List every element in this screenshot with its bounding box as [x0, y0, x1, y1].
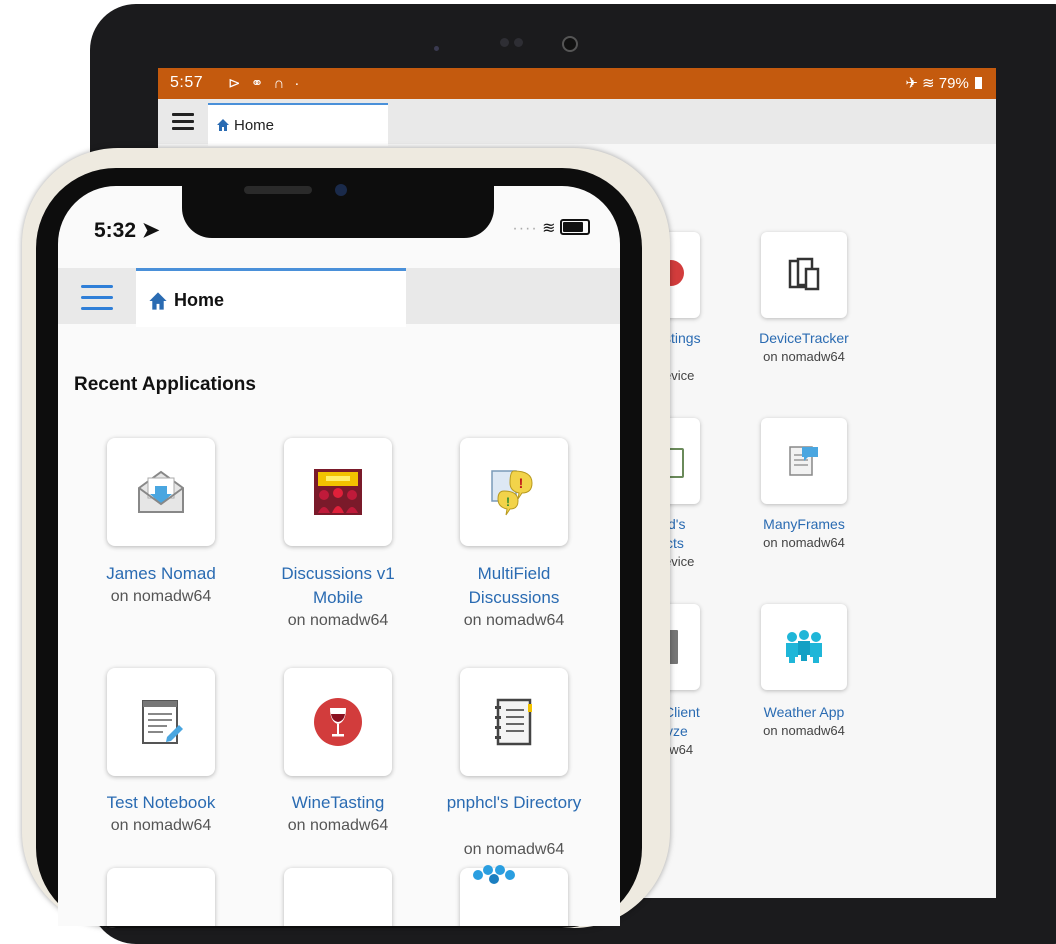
tablet-app-name[interactable]: ManyFrames [734, 516, 874, 532]
app-server: on nomadw64 [463, 612, 565, 629]
phone-hamburger-menu-icon[interactable] [81, 285, 113, 311]
home-icon [149, 292, 167, 310]
wine-icon [314, 698, 362, 746]
battery-icon [975, 77, 982, 89]
battery-percent: 79% [938, 75, 969, 92]
tablet-app-server: on nomadw64 [763, 535, 845, 550]
tablet-app-server: on nomadw64 [763, 349, 845, 364]
devices-icon [788, 257, 820, 291]
app-tile-multifield-discussions[interactable]: ! ! [460, 438, 568, 546]
app-name[interactable]: pnphcl's Directory [434, 791, 594, 815]
app-name[interactable]: MultiField Discussions [434, 562, 594, 610]
phone-nav-bar: Home [58, 268, 620, 327]
section-title: Recent Applications [74, 374, 256, 395]
battery-icon [560, 219, 590, 235]
tablet-tab-home[interactable]: Home [208, 103, 388, 146]
app-name[interactable]: WineTasting [258, 791, 418, 815]
app-server: on nomadw64 [110, 817, 212, 834]
tablet-app-name[interactable]: DeviceTracker [734, 330, 874, 346]
notebook-icon [142, 700, 183, 744]
envelope-icon [138, 470, 184, 513]
tablet-app-server: on nomadw64 [763, 723, 845, 738]
phone-screen: 5:32 ➤ ···· ≋ Home Recent Applications J… [58, 186, 620, 926]
svg-text:!: ! [506, 495, 510, 509]
tablet-app-tile-manyframes[interactable] [761, 418, 847, 504]
people-icon [786, 630, 822, 663]
frames-icon [789, 446, 818, 476]
tablet-camera-icon [434, 46, 439, 51]
app-server: on nomadw64 [110, 588, 212, 605]
tablet-sensor-icon [500, 38, 509, 47]
wifi-icon: ≋ [542, 220, 556, 237]
phone-front-camera-icon [335, 184, 347, 196]
tablet-app-tile-weather[interactable] [761, 604, 847, 690]
tablet-front-camera-icon [562, 36, 578, 52]
phone-tab-home[interactable]: Home [136, 268, 406, 327]
directory-icon [495, 698, 532, 746]
app-server: on nomadw64 [463, 841, 565, 858]
phone-time-text: 5:32 [94, 219, 137, 242]
signal-icon: ···· [512, 220, 538, 237]
phone-status-icons: ···· ≋ [512, 218, 590, 238]
app-name[interactable]: James Nomad [81, 562, 241, 586]
svg-text:!: ! [519, 475, 524, 491]
tablet-battery-indicator: ✈︎ ≋ 79% [905, 74, 982, 92]
app-name[interactable]: Discussions v1 Mobile [258, 562, 418, 610]
app-tile-winetasting[interactable] [284, 668, 392, 776]
group-icon [473, 865, 515, 884]
tablet-tab-label: Home [234, 117, 275, 134]
audience-icon [314, 469, 362, 515]
app-server: on nomadw64 [287, 817, 389, 834]
home-icon [217, 119, 229, 131]
tablet-status-bar: 5:57 ⊳ ⚭ ∩ · ✈︎ ≋ 79% [158, 68, 996, 99]
tablet-app-name[interactable]: Weather App [734, 704, 874, 720]
chat-alert-icon: ! ! [491, 470, 533, 516]
app-tile-discussions-v1[interactable] [284, 438, 392, 546]
tablet-sensor-icon [514, 38, 523, 47]
tablet-status-icons: ⊳ ⚭ ∩ · [228, 75, 303, 92]
app-name[interactable]: Test Notebook [81, 791, 241, 815]
app-tile-james-nomad[interactable] [107, 438, 215, 546]
app-server: on nomadw64 [287, 612, 389, 629]
tablet-hamburger-menu-icon[interactable] [172, 113, 194, 131]
phone-status-time: 5:32 ➤ [94, 218, 159, 243]
tablet-app-name-partial[interactable]: d's [668, 516, 685, 532]
location-arrow-icon: ➤ [141, 219, 160, 242]
wifi-icon: ✈︎ ≋ [905, 75, 939, 92]
phone-tab-label: Home [174, 290, 225, 310]
phone-speaker [244, 186, 312, 194]
tablet-nav-bar: Home [158, 99, 996, 146]
tablet-app-tile-devicetracker[interactable] [761, 232, 847, 318]
tablet-status-time: 5:57 [170, 74, 204, 91]
app-tile-pnphcl-directory[interactable] [460, 668, 568, 776]
app-tile-partial[interactable] [284, 868, 392, 926]
app-tile-partial[interactable] [107, 868, 215, 926]
app-tile-test-notebook[interactable] [107, 668, 215, 776]
